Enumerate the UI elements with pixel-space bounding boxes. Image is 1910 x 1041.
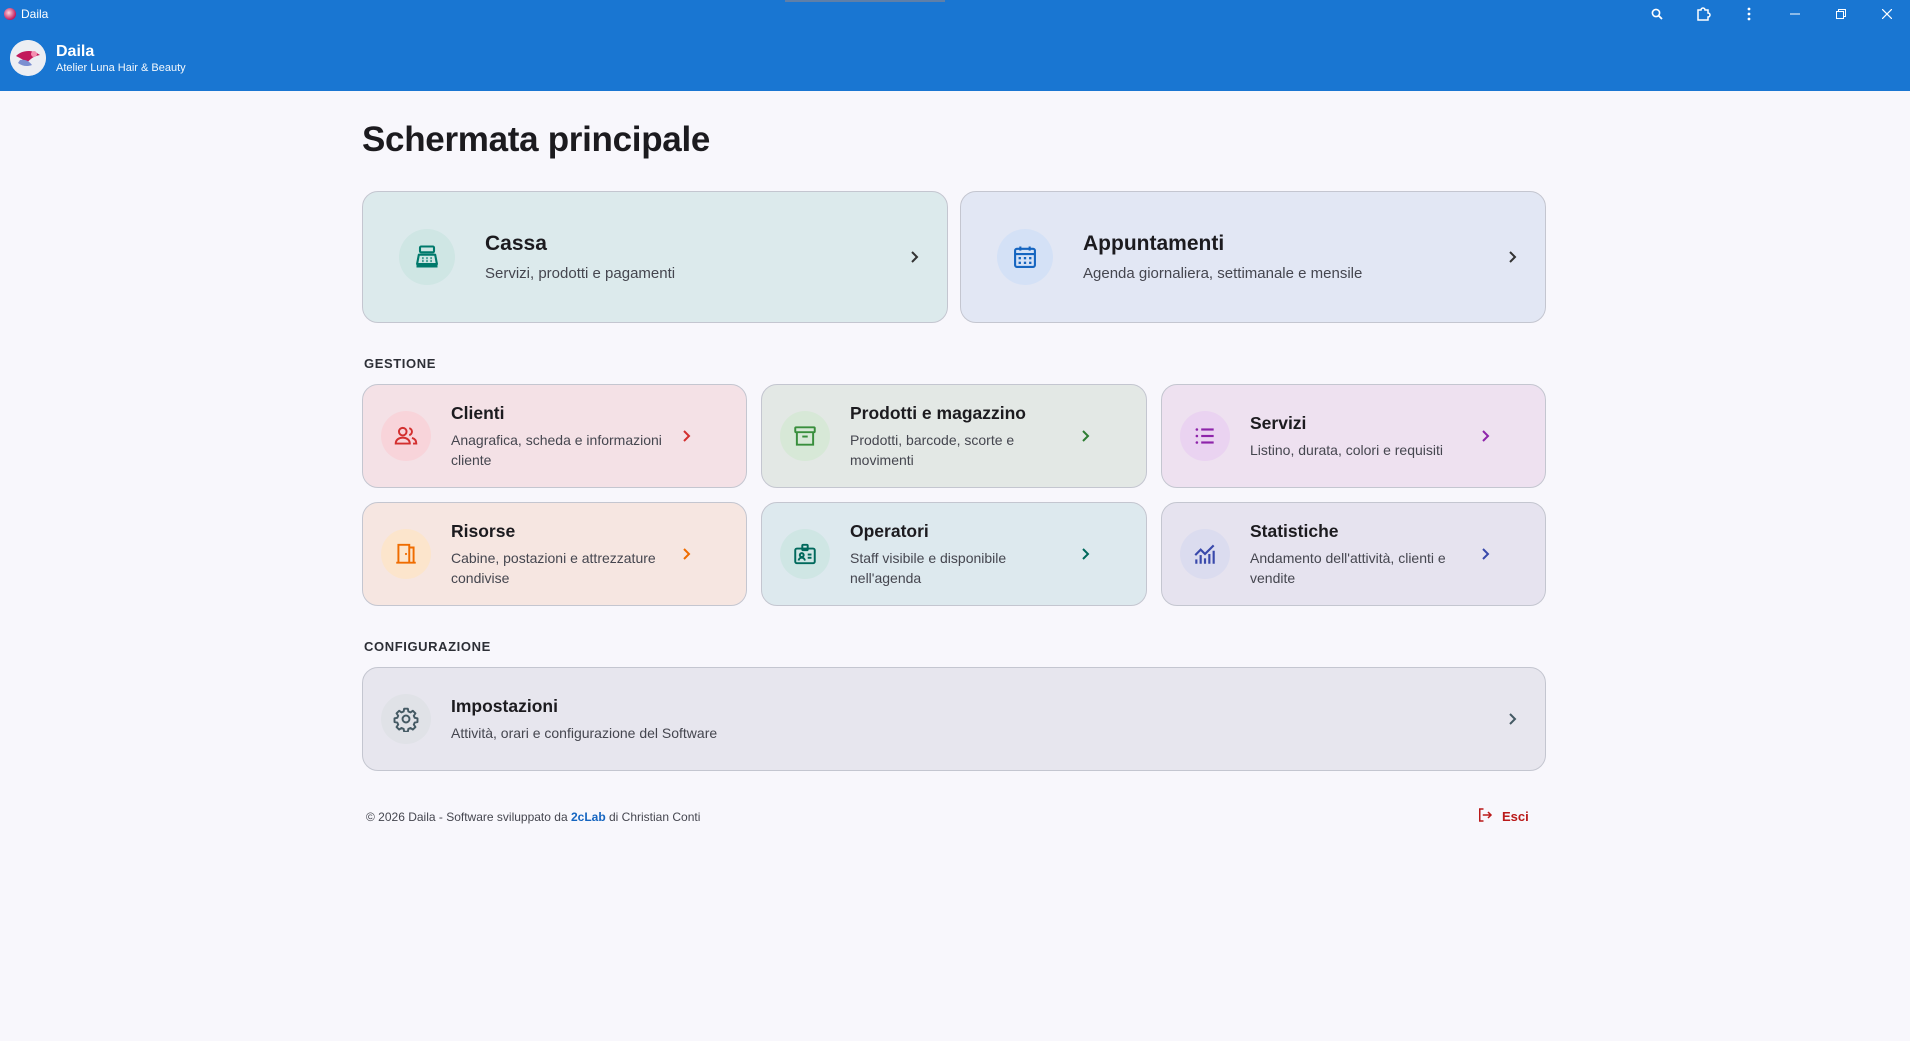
logout-button[interactable]: Esci [1476, 806, 1529, 827]
chevron-right-icon [681, 429, 691, 443]
chevron-right-icon [1480, 547, 1490, 561]
calendar-icon [997, 229, 1053, 285]
search-icon[interactable] [1634, 0, 1680, 28]
restore-icon[interactable] [1818, 0, 1864, 28]
card-title: Prodotti e magazzino [850, 402, 1026, 423]
card-description: Cabine, postazioni e attrezzature condiv… [451, 549, 656, 586]
card-title: Cassa [485, 232, 547, 255]
impostazioni-card[interactable]: Impostazioni Attività, orari e configura… [362, 667, 1546, 771]
gear-icon [381, 694, 431, 744]
chevron-right-icon [681, 547, 691, 561]
extension-icon[interactable] [1680, 0, 1726, 28]
business-name: Atelier Luna Hair & Beauty [56, 61, 186, 74]
drag-indicator [785, 0, 945, 2]
section-label-gestione: GESTIONE [364, 356, 436, 371]
window-title-text: Daila [21, 7, 49, 21]
chevron-right-icon [909, 250, 919, 264]
card-description: Prodotti, barcode, scorte e movimenti [850, 431, 1015, 468]
people-icon [381, 411, 431, 461]
clienti-card[interactable]: Clienti Anagrafica, scheda e informazion… [362, 384, 747, 488]
logout-label: Esci [1502, 809, 1529, 824]
list-icon [1180, 411, 1230, 461]
page-title: Schermata principale [362, 120, 711, 159]
copyright-prefix: © 2026 Daila - Software sviluppato da [366, 810, 571, 824]
card-description: Listino, durata, colori e requisiti [1250, 441, 1443, 458]
brand: Daila Atelier Luna Hair & Beauty [10, 40, 186, 76]
card-title: Impostazioni [451, 695, 558, 716]
badge-icon [780, 529, 830, 579]
company-link[interactable]: 2cLab [571, 810, 606, 824]
card-title: Risorse [451, 520, 516, 541]
chevron-right-icon [1507, 712, 1517, 726]
window-controls [1634, 0, 1910, 28]
chevron-right-icon [1080, 547, 1090, 561]
card-description: Attività, orari e configurazione del Sof… [451, 724, 718, 741]
footer-copyright: © 2026 Daila - Software sviluppato da 2c… [366, 810, 700, 824]
app-header: Daila Daila Atelier Luna Hair & Beauty [0, 0, 1910, 91]
logout-icon [1476, 806, 1494, 827]
cash-register-icon [399, 229, 455, 285]
app-name: Daila [56, 42, 95, 60]
card-title: Statistiche [1250, 520, 1339, 541]
risorse-card[interactable]: Risorse Cabine, postazioni e attrezzatur… [362, 502, 747, 606]
card-description: Andamento dell'attività, clienti e vendi… [1250, 549, 1446, 586]
copyright-suffix: di Christian Conti [605, 810, 701, 824]
statistiche-card[interactable]: Statistiche Andamento dell'attività, cli… [1161, 502, 1546, 606]
section-label-configurazione: CONFIGURAZIONE [364, 639, 491, 654]
card-description: Anagrafica, scheda e informazioni client… [451, 431, 662, 468]
minimize-icon[interactable] [1772, 0, 1818, 28]
app-logo-icon [10, 40, 46, 76]
chevron-right-icon [1480, 429, 1490, 443]
card-title: Clienti [451, 402, 505, 423]
archive-icon [780, 411, 830, 461]
chevron-right-icon [1080, 429, 1090, 443]
operatori-card[interactable]: Operatori Staff visibile e disponibile n… [761, 502, 1147, 606]
chart-icon [1180, 529, 1230, 579]
card-title: Appuntamenti [1083, 232, 1225, 255]
card-title: Servizi [1250, 412, 1307, 433]
cassa-card[interactable]: Cassa Servizi, prodotti e pagamenti [362, 191, 948, 323]
chevron-right-icon [1507, 250, 1517, 264]
servizi-card[interactable]: Servizi Listino, durata, colori e requis… [1161, 384, 1546, 488]
card-description: Staff visibile e disponibile nell'agenda [850, 549, 1007, 586]
card-description: Servizi, prodotti e pagamenti [485, 265, 676, 282]
close-icon[interactable] [1864, 0, 1910, 28]
window-title: Daila [4, 6, 48, 22]
app-logo-small-icon [4, 8, 16, 20]
door-icon [381, 529, 431, 579]
prodotti-magazzino-card[interactable]: Prodotti e magazzino Prodotti, barcode, … [761, 384, 1147, 488]
card-title: Operatori [850, 520, 929, 541]
more-vert-icon[interactable] [1726, 0, 1772, 28]
card-description: Agenda giornaliera, settimanale e mensil… [1083, 265, 1363, 282]
appuntamenti-card[interactable]: Appuntamenti Agenda giornaliera, settima… [960, 191, 1546, 323]
